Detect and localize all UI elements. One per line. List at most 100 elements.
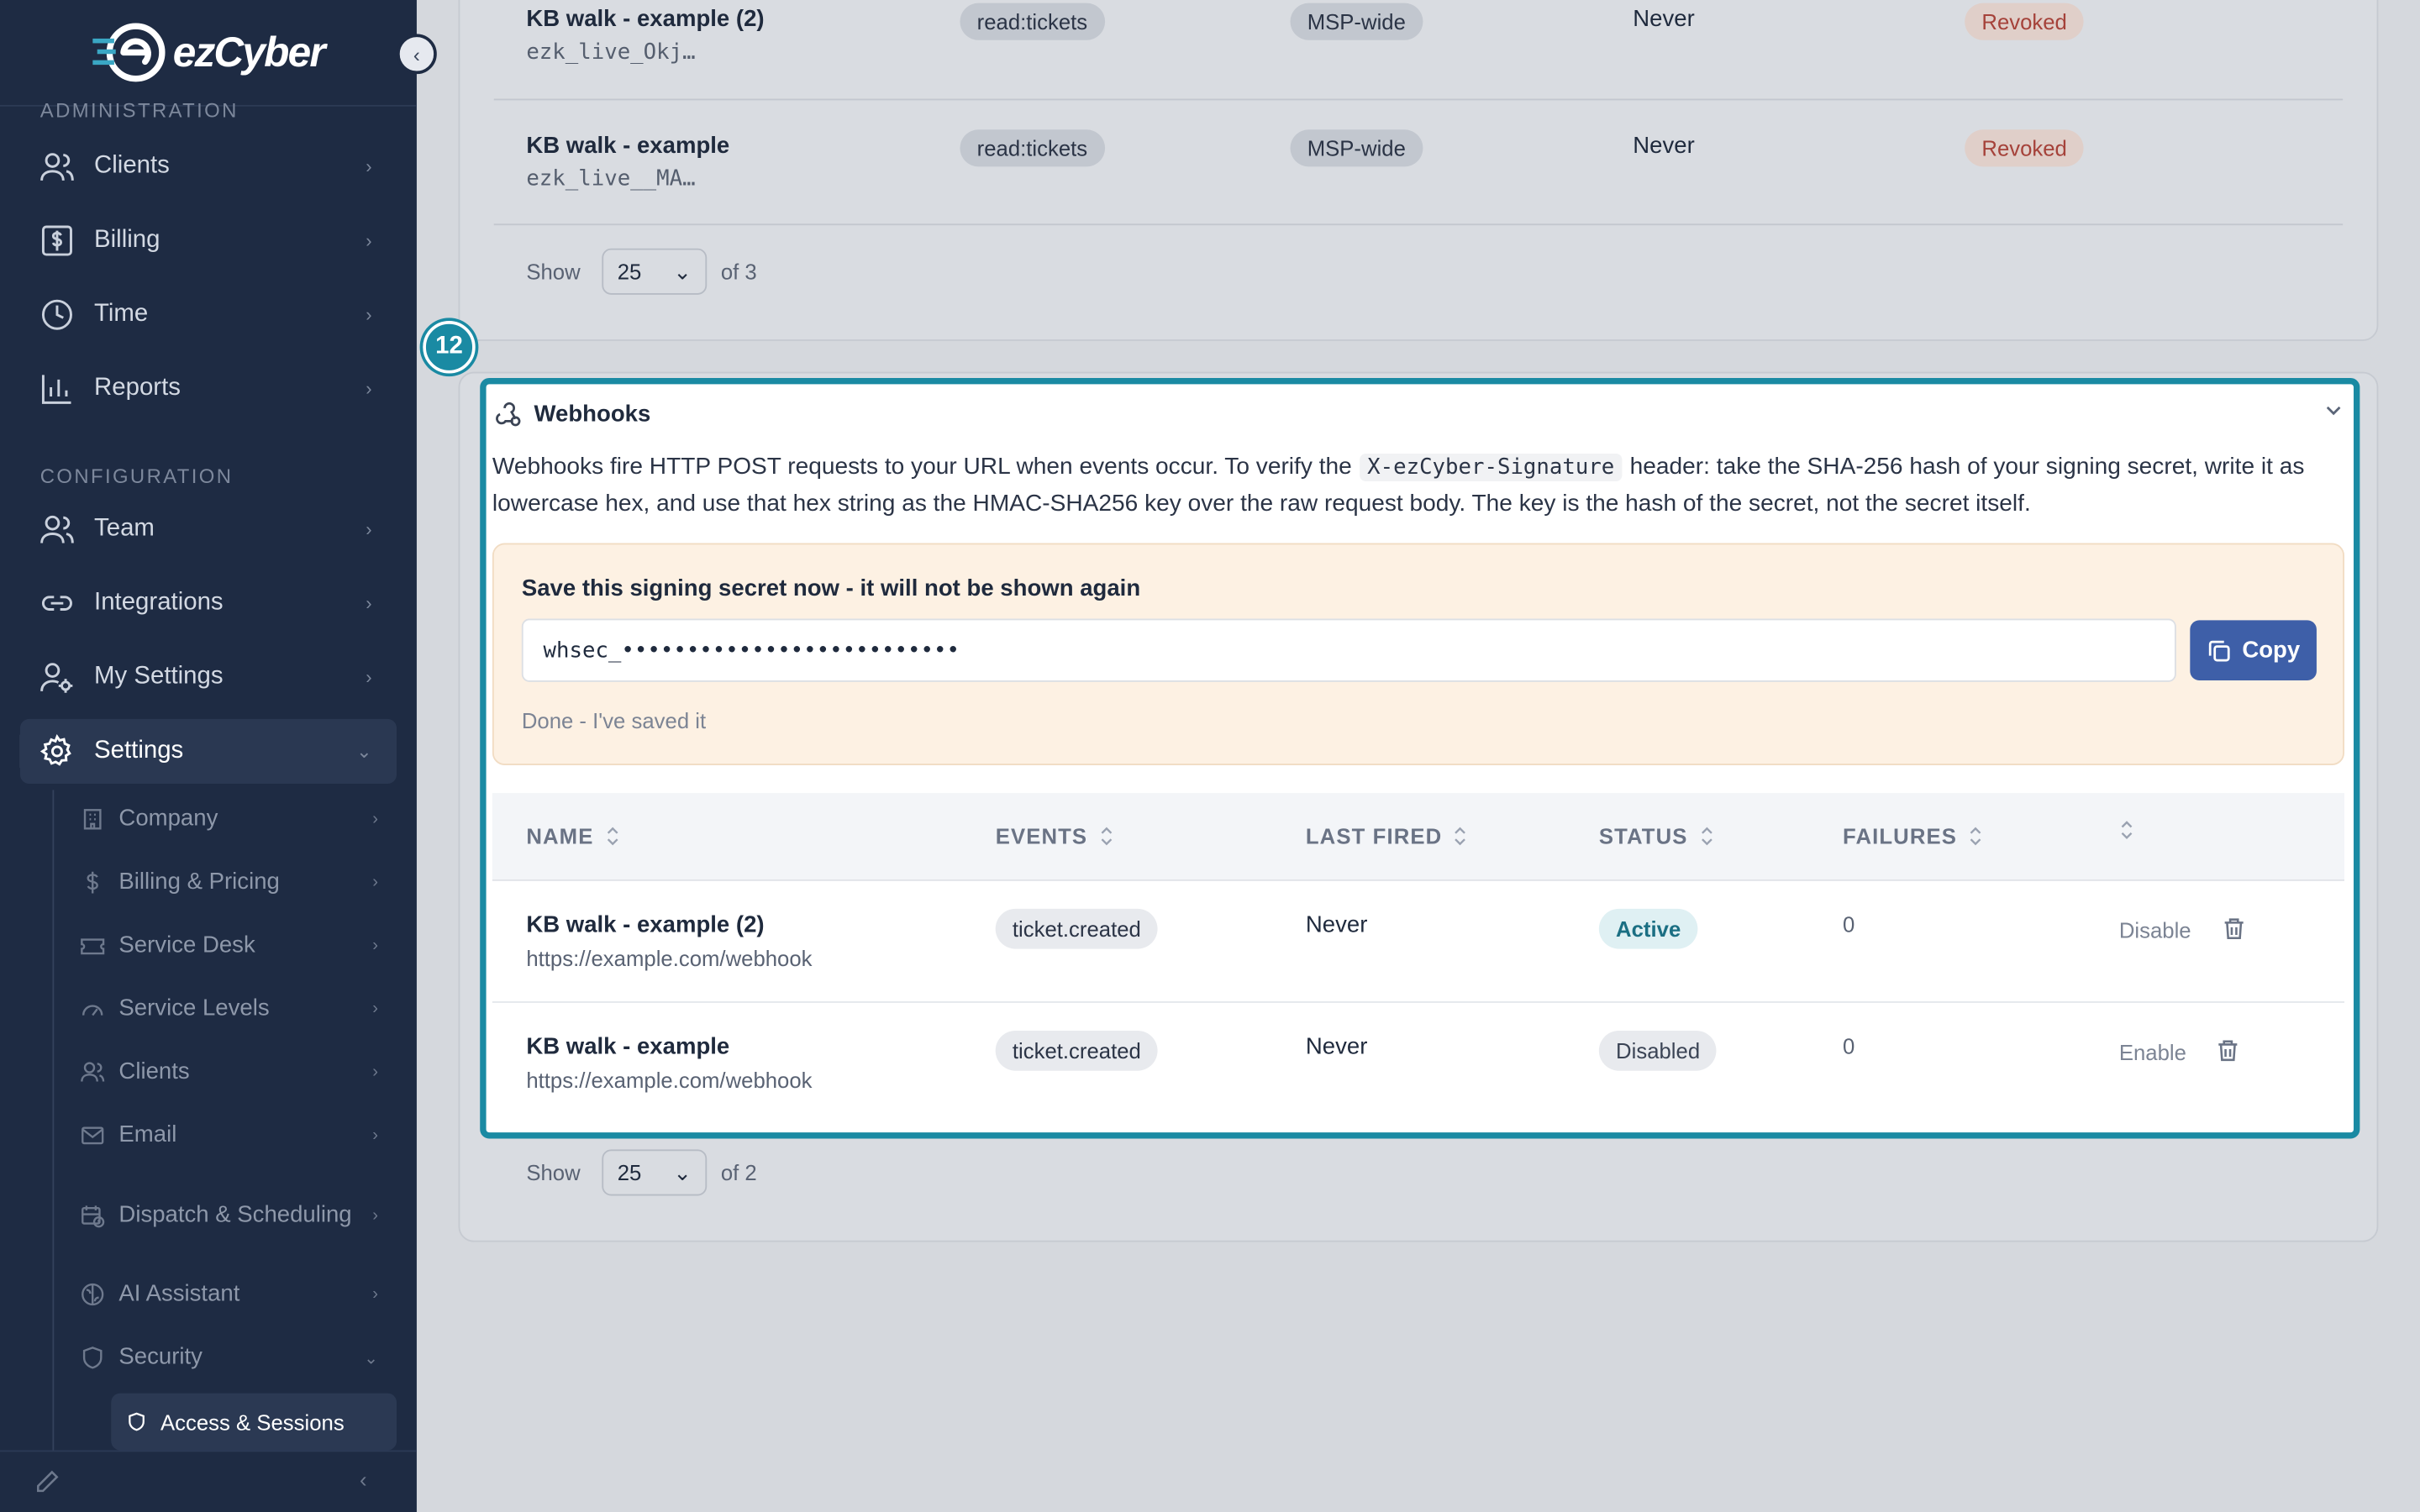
chevron-down-icon: ⌄ — [364, 1349, 379, 1368]
webhook-url: https://example.com/webhook — [526, 945, 813, 971]
trash-icon[interactable] — [2217, 1038, 2240, 1071]
chevron-down-icon: ⌄ — [356, 740, 372, 763]
column-header-actions-sort[interactable] — [2108, 819, 2134, 841]
api-key-prefix: ezk_live_Okj… — [526, 39, 696, 66]
api-key-prefix: ezk_live__MA… — [526, 166, 696, 192]
pager-show-label: Show — [526, 1160, 581, 1185]
settings-sub-company[interactable]: Company › — [81, 791, 397, 847]
settings-sub-service-levels[interactable]: Service Levels › — [81, 981, 397, 1037]
sidebar-collapse-button[interactable]: ‹ — [397, 34, 437, 75]
chevron-down-icon[interactable] — [2323, 400, 2344, 429]
signing-secret-field[interactable]: whsec_•••••••••••••••••••••••••• — [521, 618, 2176, 682]
webhooks-table-header: NAME EVENTS LAST FIRED STATUS FAILURES — [492, 793, 2345, 881]
sidebar-item-label: Settings — [94, 737, 184, 764]
clock-icon — [40, 297, 74, 331]
sub-item-label: Company — [118, 805, 218, 832]
chevron-right-icon: › — [366, 518, 372, 540]
chevron-right-icon: › — [372, 936, 379, 955]
enable-button[interactable]: Enable — [2119, 1040, 2186, 1064]
webhooks-pager: Show 25 ⌄ of 2 — [526, 1149, 757, 1196]
last-used: Never — [1633, 132, 1695, 160]
settings-sub-security[interactable]: Security ⌄ — [81, 1330, 397, 1385]
sidebar: ezCyber ‹ ADMINISTRATION Clients › Billi… — [0, 0, 437, 1512]
sort-icon — [1098, 826, 1113, 848]
sidebar-item-clients[interactable]: Clients › — [20, 134, 397, 199]
dollar-icon — [81, 870, 105, 895]
page-size-select[interactable]: 25 ⌄ — [602, 1149, 708, 1196]
signature-header-code: X-ezCyber-Signature — [1359, 454, 1623, 482]
column-header-status[interactable]: STATUS — [1599, 824, 1714, 848]
column-header-last-fired[interactable]: LAST FIRED — [1306, 824, 1469, 848]
sidebar-item-billing[interactable]: Billing › — [20, 208, 397, 273]
settings-sub-ai-assistant[interactable]: AI Assistant › — [81, 1267, 397, 1322]
chevron-left-icon[interactable]: ‹ — [360, 1467, 367, 1492]
security-sub-access-sessions[interactable]: Access & Sessions — [111, 1393, 397, 1451]
brand-logo-icon — [92, 23, 166, 82]
page-size-value: 25 — [617, 1160, 642, 1185]
shield-icon — [127, 1412, 147, 1432]
sidebar-item-my-settings[interactable]: My Settings › — [20, 645, 397, 710]
webhooks-highlight: Webhooks Webhooks fire HTTP POST request… — [480, 378, 2360, 1139]
bar-chart-icon — [40, 372, 74, 406]
chevron-right-icon: › — [366, 666, 372, 689]
description-part: Webhooks fire HTTP POST requests to your… — [492, 454, 1352, 480]
settings-sub-dispatch-scheduling[interactable]: Dispatch & Scheduling › — [81, 1184, 397, 1248]
settings-sub-clients[interactable]: Clients › — [81, 1044, 397, 1100]
sub-item-label: Security — [118, 1343, 203, 1371]
failures-count: 0 — [1843, 911, 1855, 937]
chevron-down-icon: ⌄ — [673, 1159, 692, 1184]
copy-button[interactable]: Copy — [2190, 620, 2317, 681]
status-badge: Revoked — [1965, 129, 2085, 167]
sidebar-item-label: Clients — [94, 152, 170, 180]
pager-show-label: Show — [526, 259, 581, 284]
copy-label: Copy — [2242, 637, 2301, 664]
api-key-name: KB walk - example — [526, 132, 730, 160]
sub-item-label: Service Levels — [118, 995, 270, 1021]
page-size-select[interactable]: 25 ⌄ — [602, 248, 708, 295]
logo-area: ezCyber — [0, 0, 417, 107]
settings-sub-billing-pricing[interactable]: Billing & Pricing › — [81, 855, 397, 911]
shield-icon — [81, 1346, 105, 1370]
column-header-failures[interactable]: FAILURES — [1843, 824, 1983, 848]
pager-total: of 3 — [720, 259, 757, 284]
api-keys-pager: Show 25 ⌄ of 3 — [526, 248, 757, 295]
chevron-right-icon: › — [372, 873, 379, 892]
section-label-configuration: CONFIGURATION — [39, 464, 234, 488]
reach-badge: MSP-wide — [1290, 129, 1423, 167]
sort-icon — [604, 826, 619, 848]
column-header-name[interactable]: NAME — [526, 824, 619, 848]
billing-icon — [40, 223, 74, 257]
sidebar-item-reports[interactable]: Reports › — [20, 356, 397, 421]
sub-item-label: Clients — [118, 1058, 190, 1085]
sidebar-item-settings[interactable]: Settings ⌄ — [19, 718, 397, 785]
sidebar-item-time[interactable]: Time › — [20, 282, 397, 347]
pencil-icon[interactable] — [34, 1469, 60, 1503]
column-label: LAST FIRED — [1305, 823, 1443, 849]
settings-sub-service-desk[interactable]: Service Desk › — [81, 918, 397, 974]
done-saved-link[interactable]: Done - I've saved it — [522, 708, 706, 732]
last-used: Never — [1633, 6, 1695, 33]
mail-icon — [81, 1123, 105, 1147]
sort-icon — [1453, 826, 1468, 848]
sub-item-label: Email — [118, 1121, 177, 1148]
sidebar-item-team[interactable]: Team › — [20, 496, 397, 561]
settings-sub-email[interactable]: Email › — [81, 1108, 397, 1163]
sort-icon — [1698, 826, 1713, 848]
sidebar-item-label: Team — [94, 515, 155, 542]
column-header-events[interactable]: EVENTS — [996, 824, 1114, 848]
api-key-row: KB walk - example ezk_live__MA… read:tic… — [493, 100, 2344, 226]
chevron-right-icon: › — [372, 1000, 379, 1019]
disable-button[interactable]: Disable — [2119, 918, 2191, 942]
copy-icon — [2208, 639, 2230, 661]
chevron-right-icon: › — [372, 810, 379, 829]
brand-logo[interactable]: ezCyber — [92, 22, 326, 83]
chevron-right-icon: › — [372, 1063, 379, 1082]
failures-count: 0 — [1843, 1033, 1855, 1059]
sidebar-item-label: My Settings — [94, 663, 224, 690]
status-badge: Disabled — [1598, 1030, 1718, 1071]
pager-total: of 2 — [720, 1160, 757, 1185]
trash-icon[interactable] — [2223, 916, 2246, 949]
gauge-icon — [81, 997, 105, 1021]
sidebar-item-integrations[interactable]: Integrations › — [20, 571, 397, 636]
section-label-administration: ADMINISTRATION — [39, 98, 239, 123]
